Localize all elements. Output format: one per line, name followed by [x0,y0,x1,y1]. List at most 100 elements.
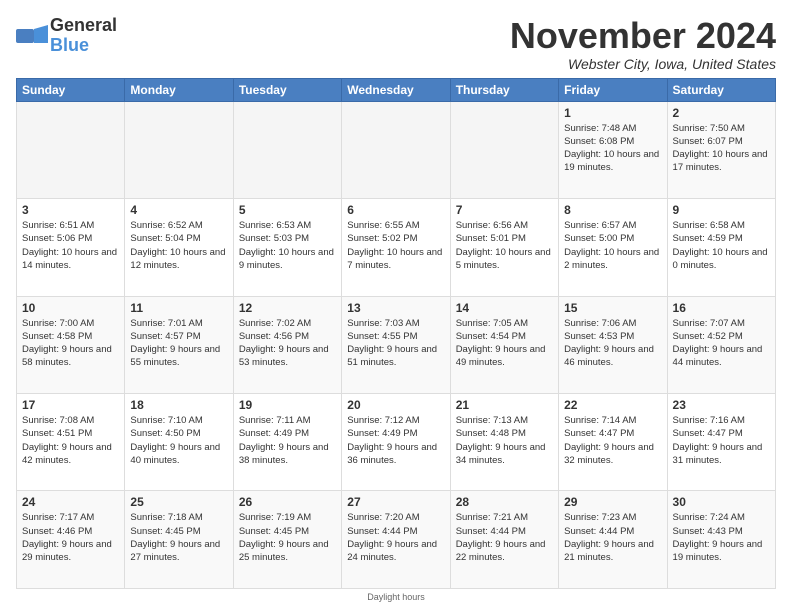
day-info: Sunrise: 7:13 AM Sunset: 4:48 PM Dayligh… [456,414,553,467]
day-info: Sunrise: 7:48 AM Sunset: 6:08 PM Dayligh… [564,122,661,175]
calendar-week-3: 10 Sunrise: 7:00 AM Sunset: 4:58 PM Dayli… [17,296,776,393]
calendar-cell: 14 Sunrise: 7:05 AM Sunset: 4:54 PM Dayli… [450,296,558,393]
day-info: Sunrise: 7:23 AM Sunset: 4:44 PM Dayligh… [564,511,661,564]
day-number: 23 [673,398,770,412]
day-number: 19 [239,398,336,412]
day-info: Sunrise: 6:58 AM Sunset: 4:59 PM Dayligh… [673,219,770,272]
calendar-cell: 29 Sunrise: 7:23 AM Sunset: 4:44 PM Dayli… [559,491,667,589]
calendar-cell [125,101,233,198]
col-tuesday: Tuesday [233,78,341,101]
day-info: Sunrise: 7:17 AM Sunset: 4:46 PM Dayligh… [22,511,119,564]
day-info: Sunrise: 7:10 AM Sunset: 4:50 PM Dayligh… [130,414,227,467]
calendar-cell [342,101,450,198]
logo-icon [16,25,48,47]
day-info: Sunrise: 6:53 AM Sunset: 5:03 PM Dayligh… [239,219,336,272]
calendar-week-2: 3Sunrise: 6:51 AM Sunset: 5:06 PM Daylig… [17,199,776,296]
calendar-cell: 19 Sunrise: 7:11 AM Sunset: 4:49 PM Dayli… [233,394,341,491]
calendar-cell: 6 Sunrise: 6:55 AM Sunset: 5:02 PM Daylig… [342,199,450,296]
logo-general: General [50,16,117,36]
day-number: 22 [564,398,661,412]
day-info: Sunrise: 7:19 AM Sunset: 4:45 PM Dayligh… [239,511,336,564]
day-number: 15 [564,301,661,315]
title-block: November 2024 Webster City, Iowa, United… [510,16,776,72]
day-number: 28 [456,495,553,509]
day-number: 4 [130,203,227,217]
calendar-cell [17,101,125,198]
day-info: Sunrise: 6:55 AM Sunset: 5:02 PM Dayligh… [347,219,444,272]
col-monday: Monday [125,78,233,101]
day-number: 30 [673,495,770,509]
col-thursday: Thursday [450,78,558,101]
calendar-cell: 5 Sunrise: 6:53 AM Sunset: 5:03 PM Daylig… [233,199,341,296]
month-title: November 2024 [510,16,776,56]
day-number: 17 [22,398,119,412]
day-info: Sunrise: 7:07 AM Sunset: 4:52 PM Dayligh… [673,317,770,370]
day-info: Sunrise: 7:01 AM Sunset: 4:57 PM Dayligh… [130,317,227,370]
page: General Blue November 2024 Webster City,… [0,0,792,612]
calendar-cell: 4 Sunrise: 6:52 AM Sunset: 5:04 PM Daylig… [125,199,233,296]
calendar-cell: 23Sunrise: 7:16 AM Sunset: 4:47 PM Dayli… [667,394,775,491]
day-number: 13 [347,301,444,315]
calendar-cell: 12 Sunrise: 7:02 AM Sunset: 4:56 PM Dayli… [233,296,341,393]
calendar-cell: 8 Sunrise: 6:57 AM Sunset: 5:00 PM Daylig… [559,199,667,296]
day-info: Sunrise: 7:24 AM Sunset: 4:43 PM Dayligh… [673,511,770,564]
day-number: 10 [22,301,119,315]
logo-blue: Blue [50,36,117,56]
calendar-cell: 30 Sunrise: 7:24 AM Sunset: 4:43 PM Dayli… [667,491,775,589]
calendar-cell: 10 Sunrise: 7:00 AM Sunset: 4:58 PM Dayli… [17,296,125,393]
day-number: 11 [130,301,227,315]
day-info: Sunrise: 6:51 AM Sunset: 5:06 PM Dayligh… [22,219,119,272]
day-number: 6 [347,203,444,217]
calendar-cell: 11 Sunrise: 7:01 AM Sunset: 4:57 PM Dayli… [125,296,233,393]
calendar-cell: 7Sunrise: 6:56 AM Sunset: 5:01 PM Daylig… [450,199,558,296]
day-number: 27 [347,495,444,509]
calendar-cell: 21Sunrise: 7:13 AM Sunset: 4:48 PM Dayli… [450,394,558,491]
calendar-cell: 18 Sunrise: 7:10 AM Sunset: 4:50 PM Dayli… [125,394,233,491]
day-info: Sunrise: 7:14 AM Sunset: 4:47 PM Dayligh… [564,414,661,467]
location: Webster City, Iowa, United States [510,56,776,72]
day-number: 5 [239,203,336,217]
calendar-cell: 2 Sunrise: 7:50 AM Sunset: 6:07 PM Daylig… [667,101,775,198]
calendar-cell: 28Sunrise: 7:21 AM Sunset: 4:44 PM Dayli… [450,491,558,589]
calendar-cell: 9 Sunrise: 6:58 AM Sunset: 4:59 PM Daylig… [667,199,775,296]
col-friday: Friday [559,78,667,101]
calendar-cell: 1Sunrise: 7:48 AM Sunset: 6:08 PM Daylig… [559,101,667,198]
calendar-cell: 3Sunrise: 6:51 AM Sunset: 5:06 PM Daylig… [17,199,125,296]
footer-note: Daylight hours [16,592,776,602]
calendar-cell: 13Sunrise: 7:03 AM Sunset: 4:55 PM Dayli… [342,296,450,393]
day-info: Sunrise: 7:11 AM Sunset: 4:49 PM Dayligh… [239,414,336,467]
calendar-week-4: 17 Sunrise: 7:08 AM Sunset: 4:51 PM Dayli… [17,394,776,491]
day-info: Sunrise: 7:08 AM Sunset: 4:51 PM Dayligh… [22,414,119,467]
day-info: Sunrise: 7:00 AM Sunset: 4:58 PM Dayligh… [22,317,119,370]
day-info: Sunrise: 7:20 AM Sunset: 4:44 PM Dayligh… [347,511,444,564]
day-info: Sunrise: 7:50 AM Sunset: 6:07 PM Dayligh… [673,122,770,175]
day-info: Sunrise: 7:02 AM Sunset: 4:56 PM Dayligh… [239,317,336,370]
day-number: 8 [564,203,661,217]
day-info: Sunrise: 6:52 AM Sunset: 5:04 PM Dayligh… [130,219,227,272]
day-info: Sunrise: 7:18 AM Sunset: 4:45 PM Dayligh… [130,511,227,564]
header: General Blue November 2024 Webster City,… [16,16,776,72]
day-number: 20 [347,398,444,412]
day-number: 29 [564,495,661,509]
day-info: Sunrise: 6:57 AM Sunset: 5:00 PM Dayligh… [564,219,661,272]
day-info: Sunrise: 7:05 AM Sunset: 4:54 PM Dayligh… [456,317,553,370]
calendar-cell [233,101,341,198]
col-wednesday: Wednesday [342,78,450,101]
day-number: 24 [22,495,119,509]
calendar-cell: 17 Sunrise: 7:08 AM Sunset: 4:51 PM Dayli… [17,394,125,491]
day-number: 9 [673,203,770,217]
day-info: Sunrise: 7:12 AM Sunset: 4:49 PM Dayligh… [347,414,444,467]
calendar-cell: 26 Sunrise: 7:19 AM Sunset: 4:45 PM Dayli… [233,491,341,589]
calendar: Sunday Monday Tuesday Wednesday Thursday… [16,78,776,589]
day-number: 26 [239,495,336,509]
day-number: 25 [130,495,227,509]
logo: General Blue [16,16,117,56]
col-saturday: Saturday [667,78,775,101]
day-number: 12 [239,301,336,315]
day-number: 2 [673,106,770,120]
calendar-cell: 20 Sunrise: 7:12 AM Sunset: 4:49 PM Dayli… [342,394,450,491]
day-number: 14 [456,301,553,315]
col-sunday: Sunday [17,78,125,101]
calendar-cell: 24 Sunrise: 7:17 AM Sunset: 4:46 PM Dayli… [17,491,125,589]
day-number: 18 [130,398,227,412]
